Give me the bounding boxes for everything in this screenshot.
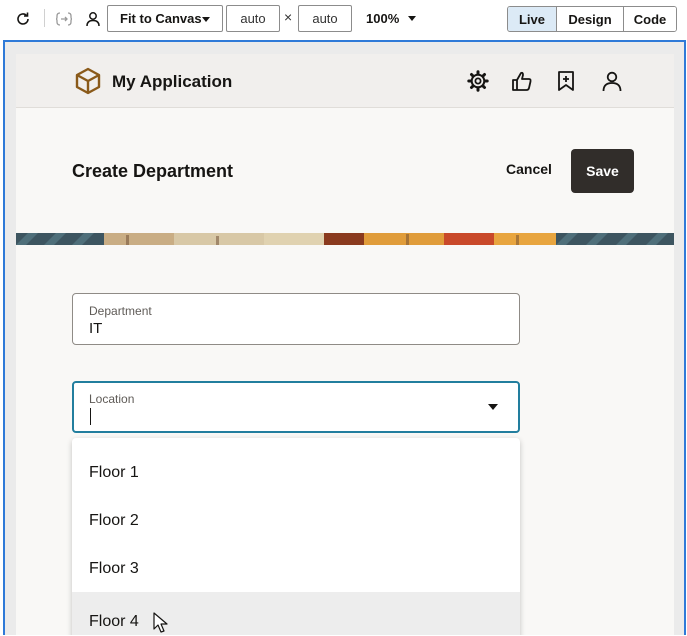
refresh-icon[interactable] [12,8,34,30]
chevron-down-icon[interactable] [488,404,498,410]
department-value: IT [89,320,103,337]
fit-to-canvas-select[interactable]: Fit to Canvas [107,5,223,32]
gear-icon[interactable] [466,69,490,93]
cancel-button[interactable]: Cancel [499,154,559,184]
text-cursor [90,408,91,425]
mode-design-button[interactable]: Design [556,7,623,31]
zoom-label: 100% [366,11,400,26]
location-select[interactable]: Location [72,381,520,433]
times-symbol: × [284,9,293,25]
app-title: My Application [112,72,233,91]
zoom-select[interactable]: 100% [356,5,420,32]
canvas-height-input[interactable] [298,5,352,32]
location-option-floor-1[interactable]: Floor 1 [72,450,520,496]
user-icon[interactable] [600,69,624,93]
mouse-pointer-icon [153,612,168,633]
location-dropdown-list: Floor 1 Floor 2 Floor 3 Floor 4 [72,438,520,635]
location-option-floor-2[interactable]: Floor 2 [72,498,520,544]
decorative-banner-image [16,233,674,245]
chevron-down-icon [408,16,416,21]
toolbar-divider [44,9,45,27]
mode-code-button[interactable]: Code [623,7,676,31]
save-button[interactable]: Save [571,149,634,193]
fit-to-canvas-label: Fit to Canvas [120,11,202,26]
department-field[interactable]: Department IT [72,293,520,345]
location-option-floor-3[interactable]: Floor 3 [72,546,520,592]
user-icon[interactable] [82,8,104,30]
thumbs-up-icon[interactable] [510,69,534,93]
binding-icon[interactable] [53,8,75,30]
chevron-down-icon [202,17,210,22]
canvas-width-input[interactable] [226,5,280,32]
location-option-floor-4[interactable]: Floor 4 [72,592,520,635]
bookmark-add-icon[interactable] [554,69,578,93]
app-header: My Application [16,54,674,108]
mode-live-button[interactable]: Live [508,7,556,31]
cube-logo-icon [74,67,102,100]
designer-toolbar: Fit to Canvas × 100% Live Design Code [0,0,687,38]
app-preview: My Application Create Department Cancel … [16,54,674,635]
design-canvas: My Application Create Department Cancel … [3,40,686,635]
page-title: Create Department [72,161,234,181]
location-label: Location [89,392,135,406]
department-label: Department [89,304,152,318]
mode-switcher: Live Design Code [507,6,677,32]
